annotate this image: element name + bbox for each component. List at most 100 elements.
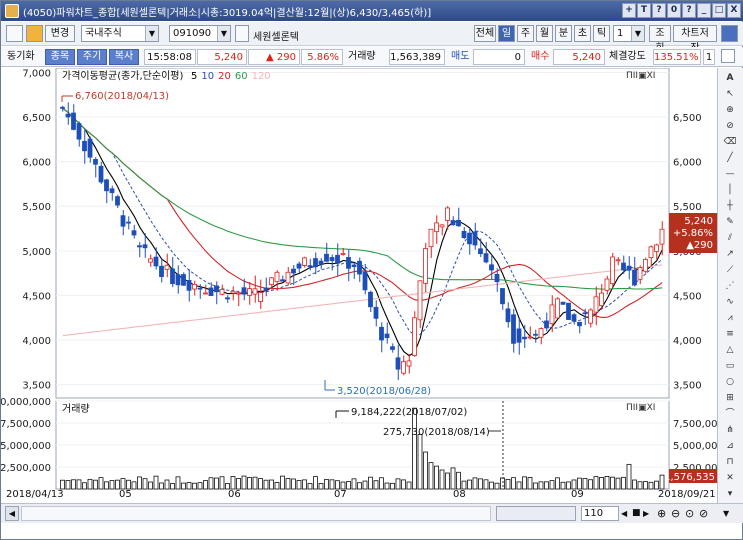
channel-tool-icon[interactable]: ⫽ [723, 232, 737, 245]
price-volume-chart[interactable]: 7,000 6,500 6,500 6,000 6,000 5,500 5,500 5,000… [1, 68, 717, 503]
volume-bar [538, 481, 544, 490]
layout-icon[interactable] [6, 25, 23, 42]
circle-tool-icon[interactable]: ○ [723, 376, 737, 389]
tab-second[interactable]: 초 [574, 25, 591, 42]
candle-body [621, 262, 626, 271]
volume-bar [637, 481, 643, 490]
vline-tool-icon[interactable]: │ [723, 184, 737, 197]
zoom-slider[interactable] [496, 506, 576, 521]
volume-bar [373, 480, 379, 490]
volume-bar [467, 479, 472, 490]
tab-all[interactable]: 전체 [474, 25, 496, 42]
maximize-button[interactable]: □ [712, 3, 726, 18]
svg-text:▲290: ▲290 [686, 240, 713, 251]
candle-body [445, 207, 450, 221]
volume-bar [615, 477, 621, 490]
rect-tool-icon[interactable]: ▭ [723, 360, 737, 373]
add-icon[interactable]: + [622, 3, 636, 18]
triangle-tool-icon[interactable]: △ [723, 344, 737, 357]
strength-label: 체결강도 [609, 51, 646, 62]
question-icon[interactable]: ? [682, 3, 696, 18]
speed-tool-icon[interactable]: ⊿ [723, 440, 737, 453]
minimize-button[interactable]: _ [697, 3, 711, 18]
volume-bar [280, 475, 285, 490]
tab-minute[interactable]: 분 [555, 25, 572, 42]
query-button[interactable]: 조회 [649, 25, 671, 54]
candle-body [318, 260, 324, 265]
andrews-tool-icon[interactable]: ⋔ [723, 424, 737, 437]
arrow-tool-icon[interactable]: ↗ [723, 248, 737, 261]
fibo-tool-icon[interactable]: ≡ [723, 328, 737, 341]
play-left-icon[interactable]: ◀ [621, 506, 631, 521]
app-icon [5, 4, 19, 18]
volume-bar [582, 478, 588, 490]
pencil-tool-icon[interactable]: ✎ [723, 216, 737, 229]
volume-bar [621, 476, 626, 490]
wave-tool-icon[interactable]: ∿ [723, 296, 737, 309]
fan-tool-icon[interactable]: ⋰ [723, 280, 737, 293]
delete-tool-icon[interactable]: ✕ [723, 472, 737, 485]
crosshair-tool-icon[interactable]: ⊕ [723, 104, 737, 117]
market-select[interactable]: 국내주식 ▼ [81, 25, 159, 42]
zoom-reset-icon[interactable]: ⊙ [685, 506, 698, 521]
hline-tool-icon[interactable]: — [723, 168, 737, 181]
scroll-down-icon[interactable]: ▼ [723, 506, 737, 521]
line-tool-icon[interactable]: ╱ [723, 152, 737, 165]
gear-icon[interactable] [721, 25, 738, 42]
volume-tick-left: 5,000,000 [1, 441, 51, 452]
tab-day[interactable]: 일 [498, 25, 515, 42]
search-icon[interactable] [235, 25, 249, 42]
volume-bar [412, 407, 417, 490]
text-icon[interactable]: T [637, 3, 651, 18]
trend-tool-icon[interactable]: ⟋ [723, 264, 737, 277]
zoom-out-icon[interactable]: ⊖ [671, 506, 684, 521]
play-right-icon[interactable]: ▶ [643, 506, 653, 521]
tab-copy[interactable]: 복사 [109, 49, 139, 65]
eraser-tool-icon[interactable]: ⌫ [723, 136, 737, 149]
scroll-track[interactable] [21, 506, 491, 521]
gann-tool-icon[interactable]: ⊞ [723, 392, 737, 405]
zoom-input[interactable]: 110 [581, 506, 619, 521]
x-axis: 2018/04/13 05 06 07 08 09 2018/09/21 [1, 489, 717, 503]
zoom-tool-icon[interactable]: ⊘ [723, 120, 737, 133]
zigzag-tool-icon[interactable]: ⩘ [723, 312, 737, 325]
cursor-tool-icon[interactable]: ↖ [723, 88, 737, 101]
candle-body [76, 123, 82, 140]
zoom-in-icon[interactable]: ⊕ [657, 506, 670, 521]
price-tick-left: 4,500 [22, 291, 51, 302]
candle-body [461, 230, 467, 239]
scroll-left-button[interactable]: ◀ [5, 506, 19, 521]
checkbox[interactable] [721, 49, 735, 63]
candle-body [148, 258, 153, 263]
cycle-tool-icon[interactable]: ⊓ [723, 456, 737, 469]
cross-tool-icon[interactable]: ┼ [723, 200, 737, 213]
volume-bar [153, 475, 159, 490]
volume-bar [120, 478, 126, 490]
folder-icon[interactable] [26, 25, 43, 42]
candle-body [637, 266, 643, 280]
help-icon[interactable]: ? [652, 3, 666, 18]
zero-icon[interactable]: 0 [667, 3, 681, 18]
text-tool-icon[interactable]: A [723, 72, 737, 85]
fibo-arc-tool-icon[interactable]: ⌒ [723, 408, 737, 421]
period-select[interactable]: 1 ▼ [613, 25, 645, 42]
volume-panel-controls-icon[interactable]: ΠΙΙ▣ΧΙ [626, 403, 655, 413]
panel-controls-icon[interactable]: ΠΙΙ▣ΧΙ [626, 71, 655, 81]
stop-icon[interactable]: ■ [632, 506, 642, 521]
tab-tick[interactable]: 틱 [593, 25, 610, 42]
zoom-fit-icon[interactable]: ⊘ [699, 506, 712, 521]
close-button[interactable]: X [727, 3, 741, 18]
volume-bar [511, 477, 516, 490]
volume-bar [577, 477, 582, 490]
tab-item[interactable]: 종목 [45, 49, 75, 65]
volume-bar [175, 476, 181, 490]
tab-period[interactable]: 주기 [77, 49, 107, 65]
candle-body [593, 296, 599, 313]
change-button[interactable]: 변경 [45, 25, 75, 42]
save-chart-button[interactable]: 차트저장 [673, 25, 717, 54]
tab-month[interactable]: 월 [536, 25, 553, 42]
code-select[interactable]: 091090 ▼ [169, 25, 231, 42]
volume-bar [104, 481, 109, 490]
tab-week[interactable]: 주 [517, 25, 534, 42]
more-tools-icon[interactable]: ▾ [723, 488, 737, 501]
